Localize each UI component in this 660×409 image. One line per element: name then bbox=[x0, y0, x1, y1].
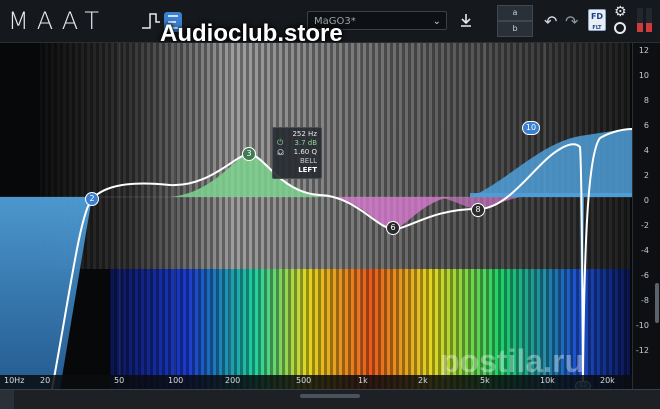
freq-label: 2k bbox=[418, 376, 428, 385]
db-label: -10 bbox=[635, 321, 649, 330]
freq-label: 10Hz bbox=[4, 376, 25, 385]
power-icon[interactable]: ⏻ bbox=[277, 138, 285, 148]
band-3-label: 3 bbox=[246, 149, 252, 158]
gear-icon[interactable]: ⚙ bbox=[614, 4, 627, 20]
undo-icon[interactable]: ↶ bbox=[544, 12, 557, 31]
db-label: -4 bbox=[641, 246, 649, 255]
freq-label: 1k bbox=[358, 376, 368, 385]
panel-toggle[interactable] bbox=[0, 390, 14, 409]
freq-label: 500 bbox=[296, 376, 312, 385]
db-label: 4 bbox=[643, 146, 649, 155]
scale-scrollbar[interactable] bbox=[655, 283, 659, 323]
freq-label: 200 bbox=[225, 376, 241, 385]
band-2-label: 2 bbox=[89, 194, 95, 203]
output-knob[interactable] bbox=[614, 22, 626, 34]
footer-bar bbox=[0, 389, 660, 409]
toolbar: MAAT MaGO3* ⌄ a b ↶ ↷ FD FLT ⚙ Audioclub bbox=[0, 0, 660, 47]
band-8-label: 8 bbox=[475, 205, 481, 214]
footer-expand-handle[interactable] bbox=[300, 394, 360, 398]
band-shape[interactable]: BELL bbox=[277, 157, 317, 165]
db-label: -8 bbox=[641, 296, 649, 305]
ab-b-button[interactable]: b bbox=[497, 21, 533, 37]
frequency-axis: 10Hz 20 50 100 200 500 1k 2k 5k 10k 20k bbox=[0, 375, 632, 389]
db-label: 12 bbox=[638, 46, 649, 55]
ab-a-button[interactable]: a bbox=[497, 5, 533, 21]
band-handle-8[interactable]: 8 bbox=[471, 203, 485, 217]
db-label: 0 bbox=[643, 196, 649, 205]
app-logo: MAAT bbox=[8, 7, 108, 35]
spectrum-graphic bbox=[0, 43, 632, 389]
freq-label: 5k bbox=[480, 376, 490, 385]
band-handle-3[interactable]: 3 bbox=[242, 147, 256, 161]
freq-label: 20k bbox=[600, 376, 615, 385]
db-label: 10 bbox=[638, 71, 649, 80]
freq-label: 100 bbox=[168, 376, 184, 385]
band-handle-6[interactable]: 6 bbox=[386, 221, 400, 235]
eq-display[interactable]: 2 3 6 8 10 12 252 Hz 3.7 dB 1.60 Q BELL … bbox=[0, 43, 632, 389]
band-6-label: 6 bbox=[390, 223, 396, 232]
freq-label: 10k bbox=[540, 376, 555, 385]
band-channel[interactable]: LEFT bbox=[277, 166, 317, 174]
db-label: -12 bbox=[635, 346, 649, 355]
db-label: 2 bbox=[643, 171, 649, 180]
fd-sub-label: FLT bbox=[592, 25, 602, 31]
band-info-popup[interactable]: 252 Hz 3.7 dB 1.60 Q BELL LEFT ⏻ ☊ ⌄ bbox=[272, 127, 322, 179]
band-handle-2[interactable]: 2 bbox=[85, 192, 99, 206]
db-label: -6 bbox=[641, 271, 649, 280]
db-label: -2 bbox=[641, 221, 649, 230]
db-scale: 12 10 8 6 4 2 0 -2 -4 -6 -8 -10 -12 bbox=[632, 43, 660, 389]
band-freq[interactable]: 252 Hz bbox=[277, 130, 317, 138]
chevron-down-icon[interactable]: ⌄ bbox=[277, 148, 285, 157]
chevron-down-icon: ⌄ bbox=[432, 16, 441, 27]
save-icon[interactable] bbox=[458, 12, 474, 28]
db-label: 8 bbox=[643, 96, 649, 105]
freq-label: 50 bbox=[114, 376, 125, 385]
band-10-label: 10 bbox=[525, 123, 537, 132]
maat-eq-window: MAAT MaGO3* ⌄ a b ↶ ↷ FD FLT ⚙ Audioclub bbox=[0, 0, 660, 409]
band-handle-10[interactable]: 10 bbox=[522, 121, 540, 135]
redo-icon[interactable]: ↷ bbox=[565, 12, 578, 31]
freq-label: 20 bbox=[40, 376, 51, 385]
db-label: 6 bbox=[643, 121, 649, 130]
fd-label: FD bbox=[590, 12, 604, 21]
fd-filter-button[interactable]: FD FLT bbox=[588, 9, 606, 31]
meter-right bbox=[646, 8, 652, 32]
meter-left bbox=[637, 8, 643, 32]
